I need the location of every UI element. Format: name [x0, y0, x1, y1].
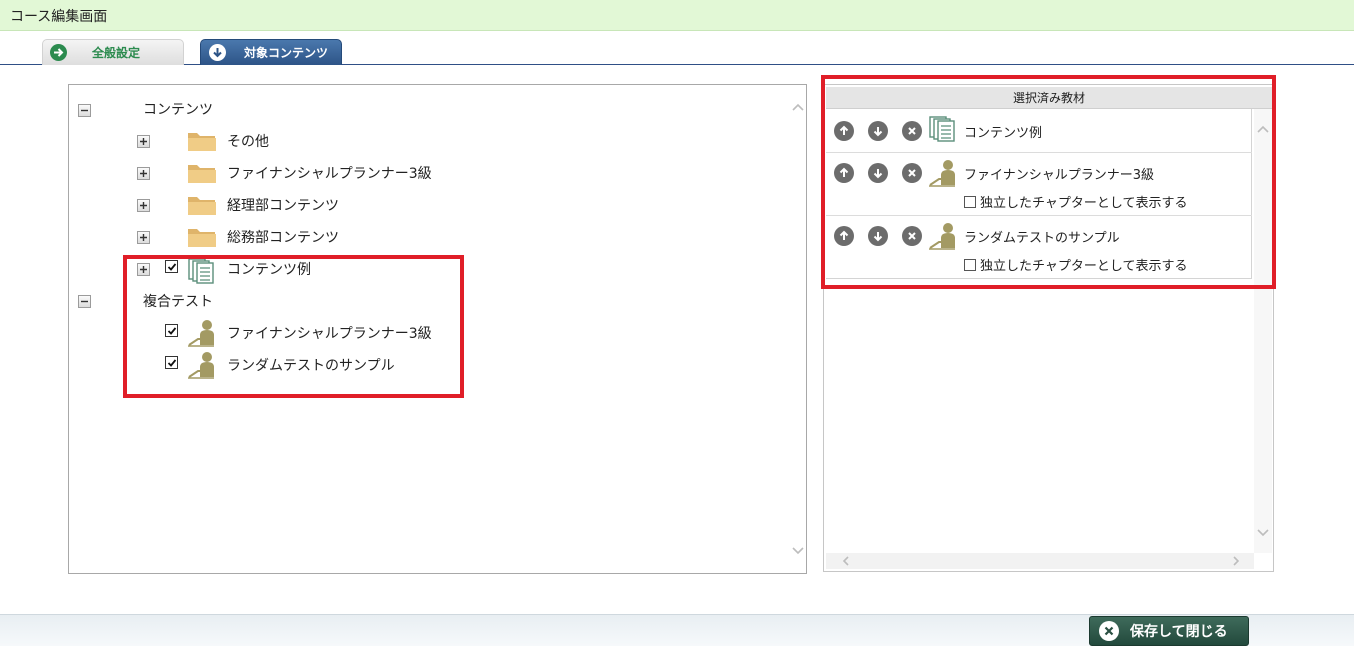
expand-general-affairs-button[interactable]	[137, 231, 150, 244]
move-down-button[interactable]	[868, 163, 888, 183]
tree-item-accounting[interactable]: 経理部コンテンツ	[227, 195, 339, 215]
independent-chapter-label: 独立したチャプターとして表示する	[980, 196, 1188, 211]
horizontal-scrollbar[interactable]	[826, 553, 1254, 569]
independent-chapter-option[interactable]: 独立したチャプターとして表示する	[964, 255, 1187, 274]
test-person-icon	[188, 352, 214, 379]
tree-item-other[interactable]: その他	[227, 131, 269, 151]
tree-item-fp3-test[interactable]: ファイナンシャルプランナー3級	[227, 323, 432, 343]
test-person-icon	[929, 223, 955, 250]
tree-item-content-example[interactable]: コンテンツ例	[227, 259, 311, 279]
fp3-test-checkbox[interactable]	[165, 324, 178, 337]
selected-materials-header: 選択済み教材	[826, 87, 1272, 109]
folder-icon	[188, 229, 216, 247]
tree-item-fp3-folder[interactable]: ファイナンシャルプランナー3級	[227, 163, 432, 183]
tab-target-contents[interactable]: 対象コンテンツ	[200, 39, 342, 65]
tab-target-label: 対象コンテンツ	[244, 46, 329, 60]
folder-icon	[188, 165, 216, 183]
random-test-checkbox[interactable]	[165, 356, 178, 369]
close-icon	[1099, 621, 1119, 641]
expand-content-example-button[interactable]	[137, 263, 150, 276]
collapse-composite-test-button[interactable]	[78, 295, 91, 308]
vertical-scrollbar[interactable]	[1254, 109, 1272, 553]
scroll-down-icon[interactable]	[1256, 527, 1270, 539]
save-and-close-button[interactable]: 保存して閉じる	[1089, 616, 1249, 646]
expand-other-button[interactable]	[137, 135, 150, 148]
content-tree-panel[interactable]: コンテンツ その他 ファイナンシャルプランナー3級 経理部コンテンツ 総務部コン…	[68, 84, 807, 574]
remove-button[interactable]	[902, 163, 922, 183]
move-down-button[interactable]	[868, 226, 888, 246]
save-and-close-label: 保存して閉じる	[1130, 624, 1228, 640]
independent-chapter-checkbox[interactable]	[964, 258, 976, 271]
scroll-down-icon[interactable]	[791, 545, 805, 557]
window-title: コース編集画面	[10, 9, 108, 25]
folder-icon	[188, 133, 216, 151]
selected-materials-list: コンテンツ例 ファイナンシャルプランナー3級 独立したチャプターとして表示する …	[826, 109, 1252, 279]
selected-item-label: ファイナンシャルプランナー3級	[964, 168, 1155, 183]
tree-group-contents[interactable]: コンテンツ	[143, 99, 213, 119]
collapse-contents-button[interactable]	[78, 104, 91, 117]
document-stack-icon	[188, 258, 214, 284]
title-bar: コース編集画面	[0, 0, 1354, 31]
selected-item-label: ランダムテストのサンプル	[964, 231, 1120, 246]
document-stack-icon	[929, 116, 955, 142]
selected-item: ランダムテストのサンプル 独立したチャプターとして表示する	[826, 216, 1252, 279]
tab-bar: 全般設定 対象コンテンツ	[0, 31, 1354, 65]
independent-chapter-checkbox[interactable]	[964, 195, 976, 208]
folder-icon	[188, 197, 216, 215]
scroll-right-icon[interactable]	[1230, 555, 1242, 567]
tree-item-random-test[interactable]: ランダムテストのサンプル	[227, 355, 395, 375]
selected-item-label: コンテンツ例	[964, 126, 1043, 141]
tab-general-label: 全般設定	[92, 46, 141, 60]
move-up-button[interactable]	[834, 226, 854, 246]
expand-accounting-button[interactable]	[137, 199, 150, 212]
tab-general-settings[interactable]: 全般設定	[42, 39, 184, 65]
expand-fp3-folder-button[interactable]	[137, 167, 150, 180]
remove-button[interactable]	[902, 226, 922, 246]
scroll-up-icon[interactable]	[1256, 123, 1270, 135]
move-up-button[interactable]	[834, 163, 854, 183]
scroll-left-icon[interactable]	[840, 555, 852, 567]
scroll-up-icon[interactable]	[791, 101, 805, 113]
tree-group-composite-test[interactable]: 複合テスト	[143, 291, 213, 311]
remove-button[interactable]	[902, 121, 922, 141]
independent-chapter-option[interactable]: 独立したチャプターとして表示する	[964, 192, 1187, 211]
arrow-right-icon	[50, 44, 67, 61]
arrow-down-icon	[209, 44, 226, 61]
test-person-icon	[188, 320, 214, 347]
move-up-button[interactable]	[834, 121, 854, 141]
test-person-icon	[929, 160, 955, 187]
selected-item: ファイナンシャルプランナー3級 独立したチャプターとして表示する	[826, 153, 1252, 216]
selected-materials-panel[interactable]: 選択済み教材 コンテンツ例 ファイナンシャルプランナー3級 独立したチャプターと…	[823, 84, 1274, 572]
independent-chapter-label: 独立したチャプターとして表示する	[980, 259, 1188, 274]
content-example-checkbox[interactable]	[165, 260, 178, 273]
tree-item-general-affairs[interactable]: 総務部コンテンツ	[227, 227, 339, 247]
move-down-button[interactable]	[868, 121, 888, 141]
selected-item: コンテンツ例	[826, 109, 1252, 153]
